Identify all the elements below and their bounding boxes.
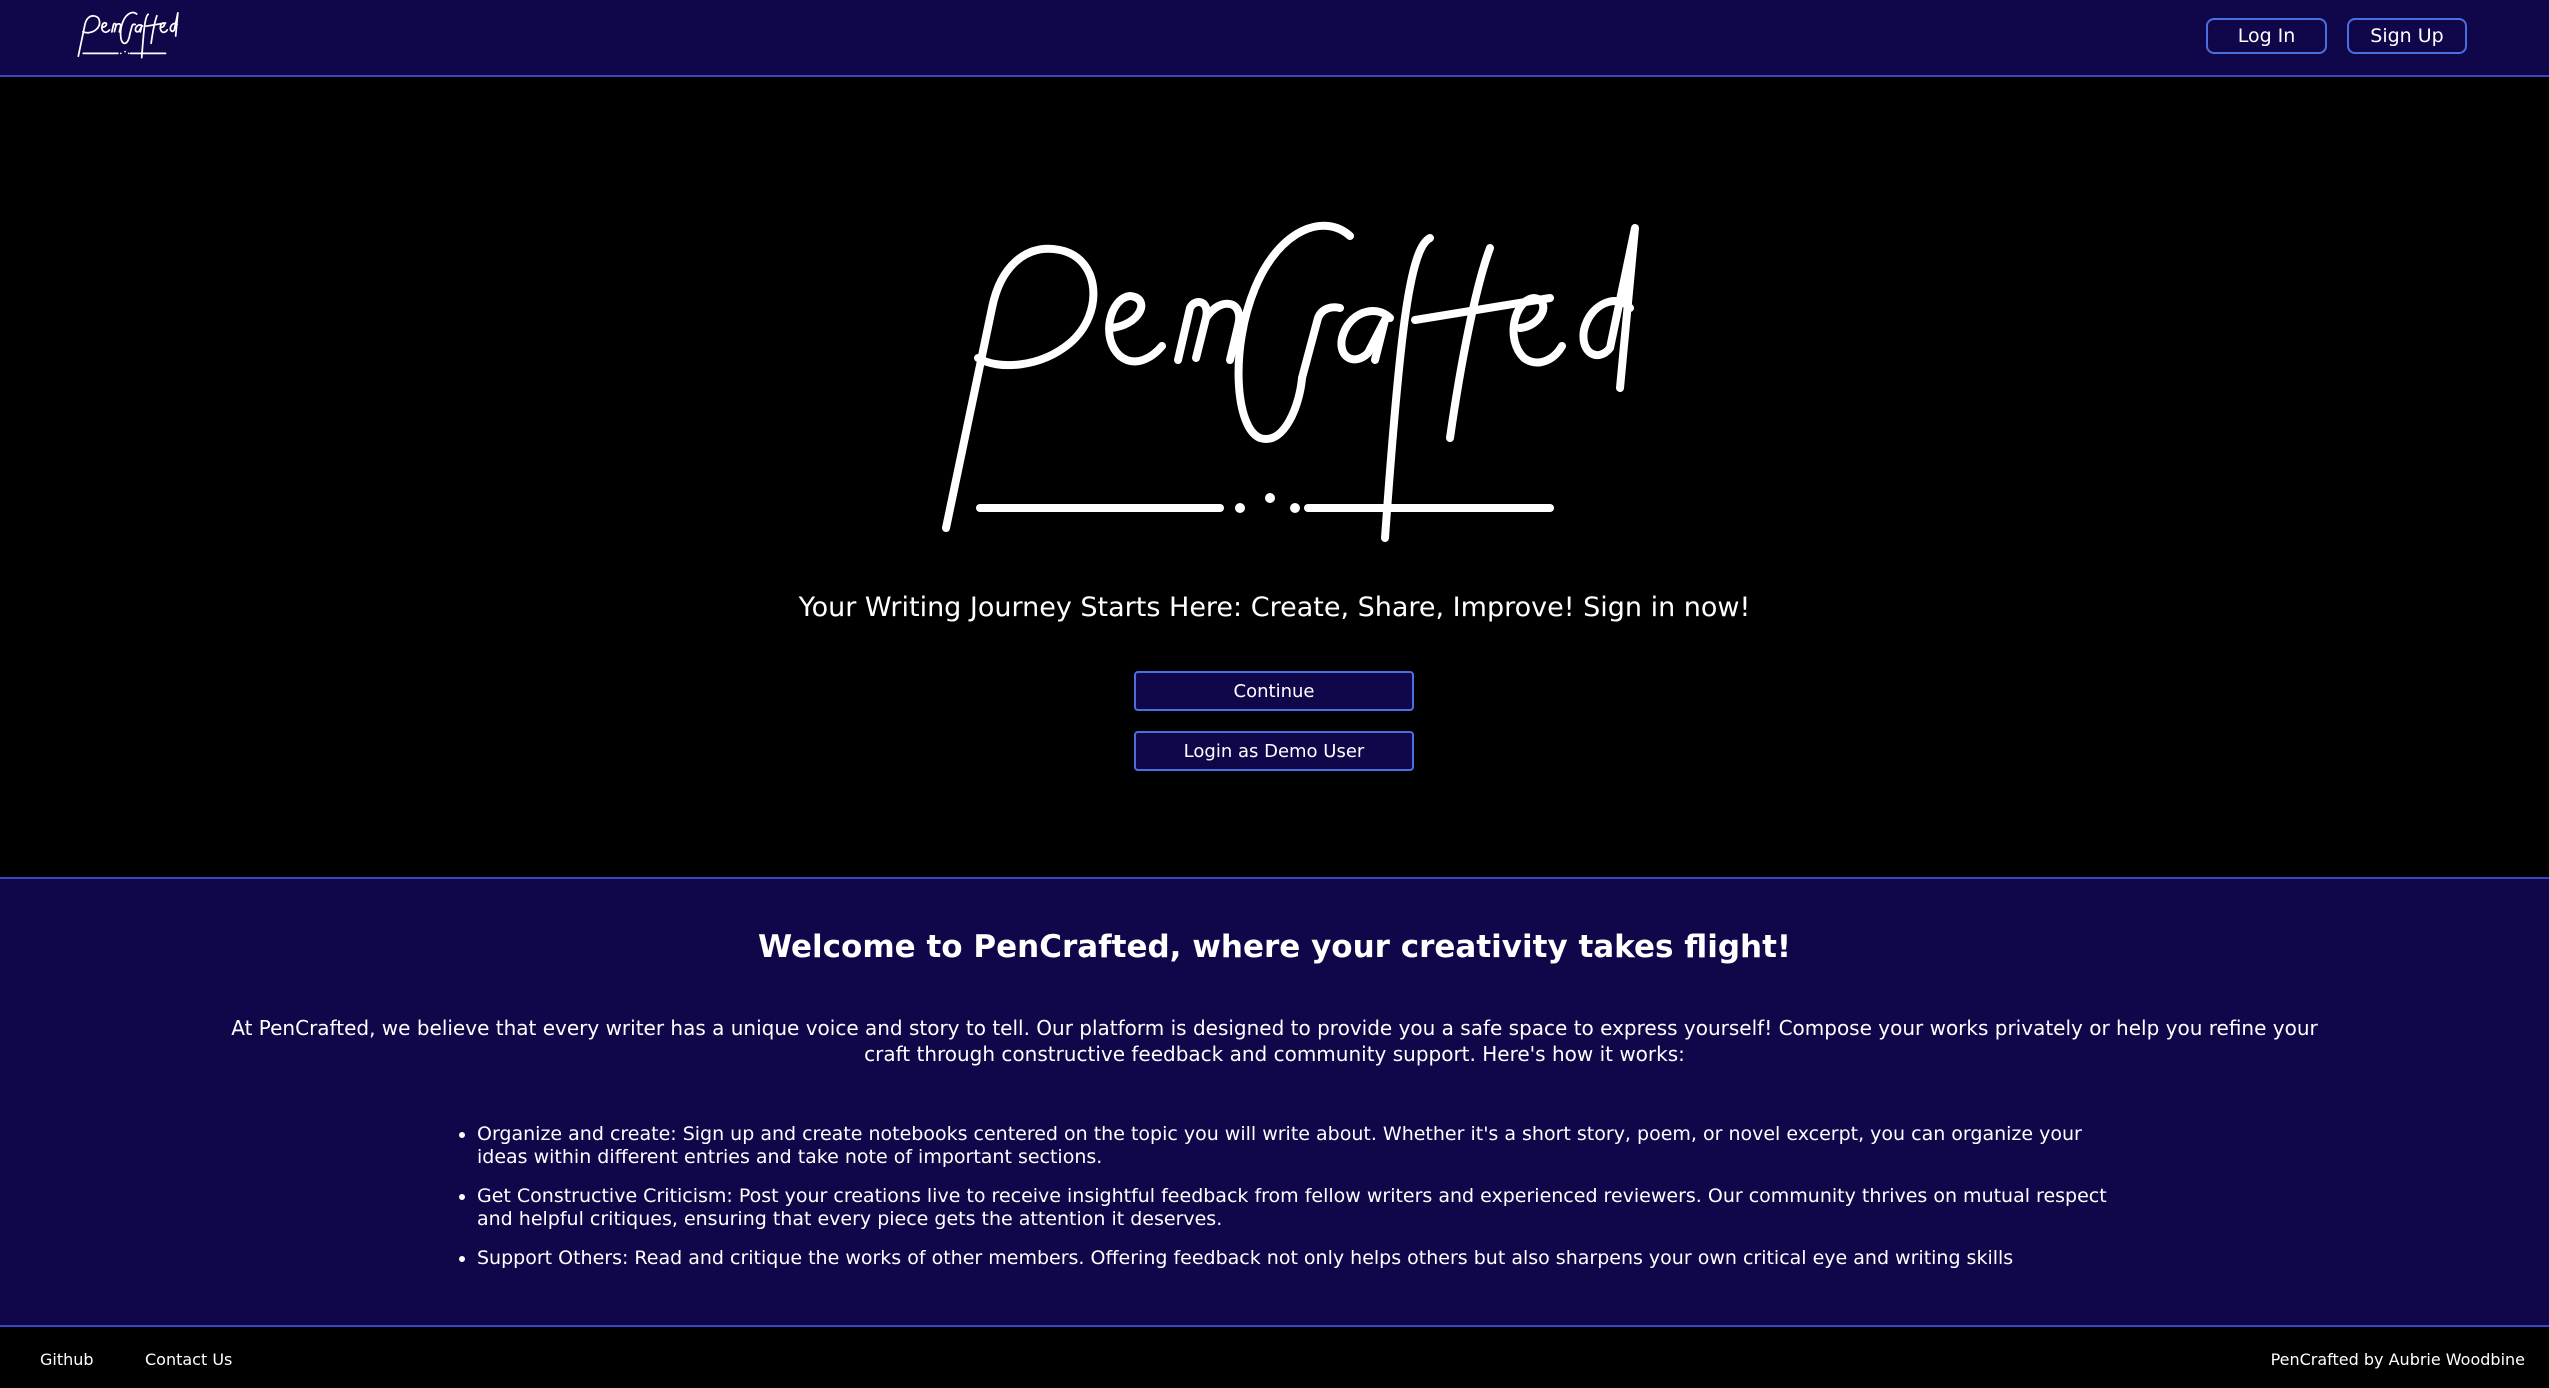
log-in-button[interactable]: Log In: [2206, 18, 2327, 54]
feature-item-support: Support Others: Read and critique the wo…: [477, 1247, 2115, 1270]
pencrafted-logo[interactable]: [68, 10, 188, 62]
hero-tagline: Your Writing Journey Starts Here: Create…: [798, 592, 1751, 623]
hero-section: Your Writing Journey Starts Here: Create…: [0, 79, 2549, 877]
continue-button[interactable]: Continue: [1134, 671, 1414, 711]
footer: Github Contact Us PenCrafted by Aubrie W…: [0, 1329, 2549, 1388]
github-link[interactable]: Github: [40, 1350, 94, 1369]
welcome-intro: At PenCrafted, we believe that every wri…: [231, 1016, 2318, 1066]
feature-list: Organize and create: Sign up and create …: [455, 1123, 2115, 1286]
feature-item-organize: Organize and create: Sign up and create …: [477, 1123, 2115, 1169]
pencrafted-hero-logo: [942, 221, 1639, 542]
demo-login-button[interactable]: Login as Demo User: [1134, 731, 1414, 771]
sign-up-button[interactable]: Sign Up: [2347, 18, 2467, 54]
welcome-title: Welcome to PenCrafted, where your creati…: [757, 929, 1792, 965]
welcome-section: Welcome to PenCrafted, where your creati…: [0, 877, 2549, 1327]
feature-item-criticism: Get Constructive Criticism: Post your cr…: [477, 1185, 2115, 1231]
contact-us-link[interactable]: Contact Us: [145, 1350, 232, 1369]
navbar: Log In Sign Up: [0, 0, 2549, 77]
footer-credit: PenCrafted by Aubrie Woodbine: [2270, 1350, 2525, 1369]
